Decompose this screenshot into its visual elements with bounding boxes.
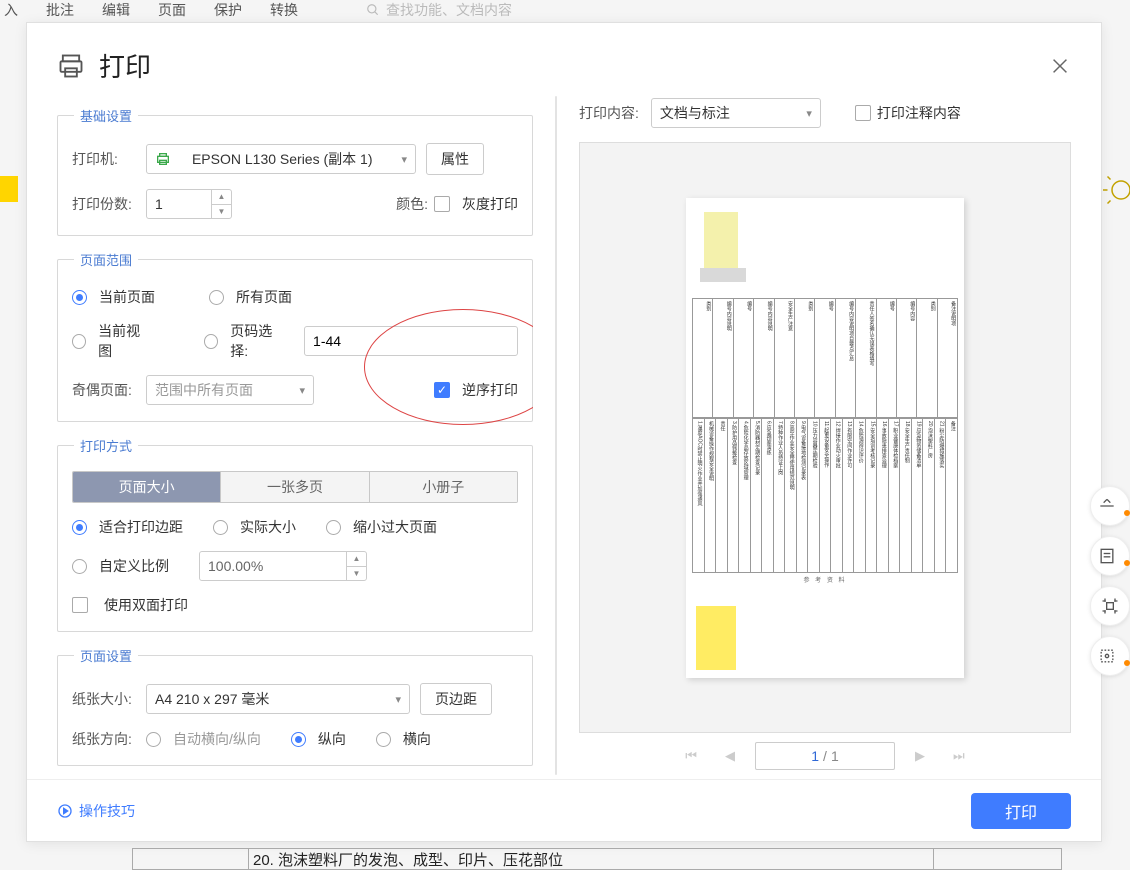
print-content-select[interactable]: 文档与标注▾ bbox=[651, 98, 821, 128]
paper-size-label: 纸张大小: bbox=[72, 689, 136, 709]
radio-page-select[interactable]: 页码选择: bbox=[204, 321, 286, 361]
preview-column: 打印内容: 文档与标注▾ 打印注释内容 类别编号内容说明编号 编号内容说明安全生… bbox=[579, 92, 1071, 779]
mode-tabs: 页面大小 一张多页 小册子 bbox=[72, 471, 518, 503]
search-hint-text: 查找功能、文档内容 bbox=[386, 0, 512, 20]
radio-custom-scale[interactable]: 自定义比例 bbox=[72, 556, 169, 576]
bg-yellow-strip bbox=[0, 176, 18, 202]
tool-3[interactable] bbox=[1090, 586, 1130, 626]
tab-pagesize[interactable]: 页面大小 bbox=[73, 472, 220, 502]
duplex-label: 使用双面打印 bbox=[104, 595, 188, 615]
radio-fit[interactable]: 适合打印边距 bbox=[72, 517, 183, 537]
scale-input[interactable]: 100.00% ▲▼ bbox=[199, 551, 367, 581]
printer-select[interactable]: EPSON L130 Series (副本 1) ▾ bbox=[146, 144, 416, 174]
page-range-input[interactable] bbox=[304, 326, 518, 356]
bg-document-row: 20. 泡沫塑料厂的发泡、成型、印片、压花部位 bbox=[132, 848, 1062, 870]
radio-shrink[interactable]: 缩小过大页面 bbox=[326, 517, 437, 537]
print-content-label: 打印内容: bbox=[579, 103, 639, 123]
radio-auto-orient[interactable]: 自动横向/纵向 bbox=[146, 729, 261, 749]
preview-highlight bbox=[696, 606, 736, 670]
copies-label: 打印份数: bbox=[72, 194, 136, 214]
scale-down[interactable]: ▼ bbox=[347, 567, 366, 581]
radio-actual[interactable]: 实际大小 bbox=[213, 517, 296, 537]
print-mode: 打印方式 页面大小 一张多页 小册子 适合打印边距 实际大小 缩小过大页面 自定… bbox=[57, 436, 533, 632]
tab-annotate[interactable]: 批注 bbox=[46, 0, 74, 20]
radio-current-view[interactable]: 当前视图 bbox=[72, 321, 150, 361]
basic-settings: 基础设置 打印机: EPSON L130 Series (副本 1) ▾ 属性 … bbox=[57, 106, 533, 236]
printer-small-icon bbox=[155, 151, 171, 167]
tab-convert[interactable]: 转换 bbox=[270, 0, 298, 20]
color-label: 颜色: bbox=[396, 194, 428, 214]
settings-column: 基础设置 打印机: EPSON L130 Series (副本 1) ▾ 属性 … bbox=[57, 92, 533, 779]
radio-portrait[interactable]: 纵向 bbox=[291, 729, 346, 749]
preview-footnote: 参 考 资 料 bbox=[686, 575, 964, 584]
basic-legend: 基础设置 bbox=[74, 106, 138, 125]
copies-input[interactable]: 1 ▲▼ bbox=[146, 189, 232, 219]
print-annotations-label: 打印注释内容 bbox=[877, 103, 961, 123]
oddeven-select[interactable]: 范围中所有页面▾ bbox=[146, 375, 314, 405]
close-icon[interactable] bbox=[1049, 55, 1071, 77]
grayscale-label: 灰度打印 bbox=[462, 194, 518, 214]
preview-highlight bbox=[700, 268, 746, 282]
first-page-icon[interactable]: ⏮ bbox=[677, 742, 705, 770]
radio-current-page[interactable]: 当前页面 bbox=[72, 287, 155, 307]
page-settings: 页面设置 纸张大小: A4 210 x 297 毫米▾ 页边距 纸张方向: 自动… bbox=[57, 646, 533, 766]
bg-document-text: 20. 泡沫塑料厂的发泡、成型、印片、压花部位 bbox=[249, 849, 933, 869]
printer-label: 打印机: bbox=[72, 149, 136, 169]
copies-down[interactable]: ▼ bbox=[212, 205, 231, 219]
radio-all-pages[interactable]: 所有页面 bbox=[209, 287, 292, 307]
tool-4[interactable] bbox=[1090, 636, 1130, 676]
next-page-icon[interactable]: ▶ bbox=[907, 742, 933, 770]
print-dialog: 打印 基础设置 打印机: EPSON L130 Series (副本 1) ▾ … bbox=[26, 22, 1102, 842]
reverse-checkbox[interactable]: ✓ bbox=[434, 382, 450, 398]
last-page-icon[interactable]: ⏭ bbox=[945, 742, 973, 770]
mode-legend: 打印方式 bbox=[74, 436, 138, 455]
copies-up[interactable]: ▲ bbox=[212, 190, 231, 205]
scale-up[interactable]: ▲ bbox=[347, 552, 366, 567]
paper-size-select[interactable]: A4 210 x 297 毫米▾ bbox=[146, 684, 410, 714]
preview-highlight bbox=[704, 212, 738, 268]
orient-label: 纸张方向: bbox=[72, 729, 136, 749]
reverse-label: 逆序打印 bbox=[462, 380, 518, 400]
tab-protect[interactable]: 保护 bbox=[214, 0, 242, 20]
tab-booklet[interactable]: 小册子 bbox=[369, 472, 517, 502]
tool-1[interactable] bbox=[1090, 486, 1130, 526]
tips-link[interactable]: 操作技巧 bbox=[57, 801, 135, 821]
range-legend: 页面范围 bbox=[74, 250, 138, 269]
tab-page[interactable]: 页面 bbox=[158, 0, 186, 20]
column-divider bbox=[555, 96, 557, 775]
play-icon bbox=[57, 803, 73, 819]
prev-page-icon[interactable]: ◀ bbox=[717, 742, 743, 770]
page-number-input[interactable]: 1/1 bbox=[755, 742, 895, 770]
radio-landscape[interactable]: 横向 bbox=[376, 729, 431, 749]
preview-page: 类别编号内容说明编号 编号内容说明安全生产注意类别 编号编号内容说明项目要点汇总… bbox=[686, 198, 964, 678]
tab-edit[interactable]: 编辑 bbox=[102, 0, 130, 20]
page-legend: 页面设置 bbox=[74, 646, 138, 665]
printer-props-button[interactable]: 属性 bbox=[426, 143, 484, 175]
search-hint[interactable]: 查找功能、文档内容 bbox=[366, 0, 512, 20]
duplex-checkbox[interactable] bbox=[72, 597, 88, 613]
preview-pager: ⏮ ◀ 1/1 ▶ ⏭ bbox=[579, 733, 1071, 779]
page-range: 页面范围 当前页面 所有页面 当前视图 页码选择: 奇偶页面: 范围中所有页面▾… bbox=[57, 250, 533, 422]
dialog-title: 打印 bbox=[57, 47, 151, 84]
oddeven-label: 奇偶页面: bbox=[72, 380, 136, 400]
bg-bulb-icon bbox=[1100, 175, 1130, 215]
print-button[interactable]: 打印 bbox=[971, 793, 1071, 829]
preview-table: 类别编号内容说明编号 编号内容说明安全生产注意类别 编号编号内容说明项目要点汇总… bbox=[692, 298, 958, 588]
margin-button[interactable]: 页边距 bbox=[420, 683, 492, 715]
printer-icon bbox=[57, 52, 85, 80]
tool-2[interactable] bbox=[1090, 536, 1130, 576]
tab-insert[interactable]: 入 bbox=[4, 0, 18, 20]
preview-area: 类别编号内容说明编号 编号内容说明安全生产注意类别 编号编号内容说明项目要点汇总… bbox=[579, 142, 1071, 733]
floating-tools bbox=[1090, 486, 1130, 676]
print-annotations-checkbox[interactable] bbox=[855, 105, 871, 121]
tab-nup[interactable]: 一张多页 bbox=[220, 472, 368, 502]
grayscale-checkbox[interactable] bbox=[434, 196, 450, 212]
